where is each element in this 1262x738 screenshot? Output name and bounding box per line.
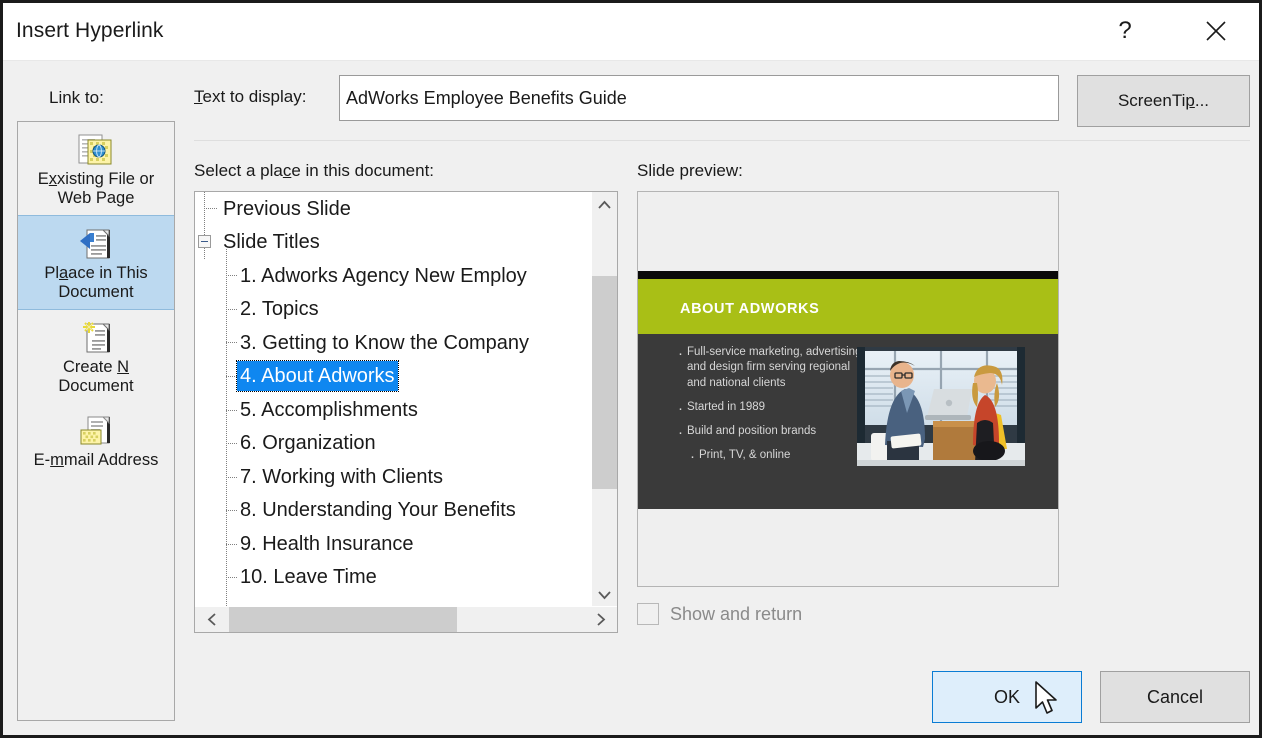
horizontal-scrollbar[interactable] — [195, 606, 617, 632]
scroll-up-button[interactable] — [592, 192, 617, 217]
chevron-up-icon — [597, 200, 612, 210]
chevron-down-icon — [597, 590, 612, 600]
tree-node-label: 5. Accomplishments — [237, 395, 421, 425]
slide-bullet: Full-service marketing, advertising, and… — [678, 345, 868, 391]
sidebar-item-existing-file-or-web-page[interactable]: Exxisting File orWeb Page — [18, 122, 174, 215]
cancel-button[interactable]: Cancel — [1100, 671, 1250, 723]
tree-node-slide-7[interactable]: 7. Working with Clients — [195, 460, 593, 494]
tree-node-label: 1. Adworks Agency New Employ — [237, 261, 530, 291]
existing-file-web-page-icon — [18, 130, 174, 168]
email-address-icon — [18, 411, 174, 449]
horizontal-scrollbar-thumb[interactable] — [229, 607, 457, 632]
vertical-scrollbar[interactable] — [591, 192, 617, 607]
question-mark-icon: ? — [1118, 17, 1131, 45]
vertical-scrollbar-thumb[interactable] — [592, 276, 617, 489]
close-button[interactable] — [1193, 3, 1239, 59]
tree-node-label: 2. Topics — [237, 294, 322, 324]
tree-node-previous-slide[interactable]: Previous Slide — [195, 192, 593, 226]
slide-body-text: Full-service marketing, advertising, and… — [678, 345, 868, 464]
tree-node-label: 9. Health Insurance — [237, 529, 416, 559]
place-tree-listbox[interactable]: Previous Slide Slide Titles 1. Adworks A… — [194, 191, 618, 633]
title-bar: Insert Hyperlink ? — [3, 3, 1259, 61]
screentip-button[interactable]: ScreenTip... — [1077, 75, 1250, 127]
sidebar-item-place-in-this-document[interactable]: Plaace in ThisDocument — [18, 215, 174, 310]
tree-node-label: 7. Working with Clients — [237, 462, 446, 492]
slide-preview-box: ABOUT ADWORKS Full-service marketing, ad… — [637, 191, 1059, 587]
chevron-right-icon — [596, 612, 606, 627]
chevron-left-icon — [207, 612, 217, 627]
tree-node-slide-3[interactable]: 3. Getting to Know the Company — [195, 326, 593, 360]
tree-node-label: 6. Organization — [237, 428, 379, 458]
tree-node-slide-10[interactable]: 10. Leave Time — [195, 561, 593, 595]
text-to-display-input[interactable] — [339, 75, 1059, 121]
tree-content: Previous Slide Slide Titles 1. Adworks A… — [195, 192, 593, 607]
scroll-down-button[interactable] — [592, 582, 617, 607]
tree-node-slide-2[interactable]: 2. Topics — [195, 293, 593, 327]
close-icon — [1204, 19, 1228, 43]
tree-node-slide-1[interactable]: 1. Adworks Agency New Employ — [195, 259, 593, 293]
sidebar-item-label: Plaace in ThisDocument — [18, 264, 174, 303]
tree-node-label: Previous Slide — [220, 194, 354, 224]
scroll-left-button[interactable] — [195, 607, 228, 632]
show-and-return-checkbox[interactable] — [637, 603, 659, 625]
tree-node-label: 10. Leave Time — [237, 562, 380, 592]
create-new-document-icon — [18, 318, 174, 356]
link-to-panel: Exxisting File orWeb Page Plaace in — [17, 121, 175, 721]
tree-node-slide-titles[interactable]: Slide Titles — [195, 226, 593, 260]
slide-sub-bullet: Print, TV, & online — [690, 448, 868, 463]
slide-title-text: ABOUT ADWORKS — [680, 301, 819, 317]
slide-bullet: Started in 1989 — [678, 400, 868, 415]
select-place-label: Select a place in this document: — [194, 161, 434, 181]
show-and-return-checkbox-row[interactable]: Show and return — [637, 603, 802, 625]
slide-top-bar — [638, 271, 1058, 279]
slide-photo — [857, 347, 1025, 466]
ok-button[interactable]: OK — [932, 671, 1082, 723]
show-and-return-label: Show and return — [670, 604, 802, 625]
tree-node-slide-4[interactable]: 4. About Adworks — [195, 360, 593, 394]
tree-node-slide-6[interactable]: 6. Organization — [195, 427, 593, 461]
dialog-title: Insert Hyperlink — [16, 19, 163, 43]
place-in-this-document-icon — [18, 224, 174, 262]
tree-node-slide-8[interactable]: 8. Understanding Your Benefits — [195, 494, 593, 528]
sidebar-item-email-address[interactable]: E-mmail Address — [18, 403, 174, 476]
insert-hyperlink-dialog: Insert Hyperlink ? Link to: — [0, 0, 1262, 738]
link-to-label: Link to: — [49, 88, 104, 108]
tree-node-label: 3. Getting to Know the Company — [237, 328, 532, 358]
slide-preview-label: Slide preview: — [637, 161, 743, 181]
tree-node-slide-5[interactable]: 5. Accomplishments — [195, 393, 593, 427]
tree-node-label: Slide Titles — [220, 227, 323, 257]
divider — [194, 140, 1250, 141]
tree-node-label: 4. About Adworks — [237, 361, 398, 391]
text-to-display-label: Text to display: — [194, 87, 306, 107]
help-button[interactable]: ? — [1102, 3, 1148, 59]
slide-thumbnail: ABOUT ADWORKS Full-service marketing, ad… — [638, 271, 1058, 509]
sidebar-item-label: E-mmail Address — [18, 451, 174, 470]
slide-bullet: Build and position brands — [678, 424, 868, 439]
sidebar-item-label: Create NDocument — [18, 358, 174, 397]
sidebar-item-create-new-document[interactable]: Create NDocument — [18, 310, 174, 403]
sidebar-item-label: Exxisting File orWeb Page — [18, 170, 174, 209]
scroll-right-button[interactable] — [584, 607, 617, 632]
tree-node-slide-9[interactable]: 9. Health Insurance — [195, 527, 593, 561]
tree-node-label: 8. Understanding Your Benefits — [237, 495, 519, 525]
